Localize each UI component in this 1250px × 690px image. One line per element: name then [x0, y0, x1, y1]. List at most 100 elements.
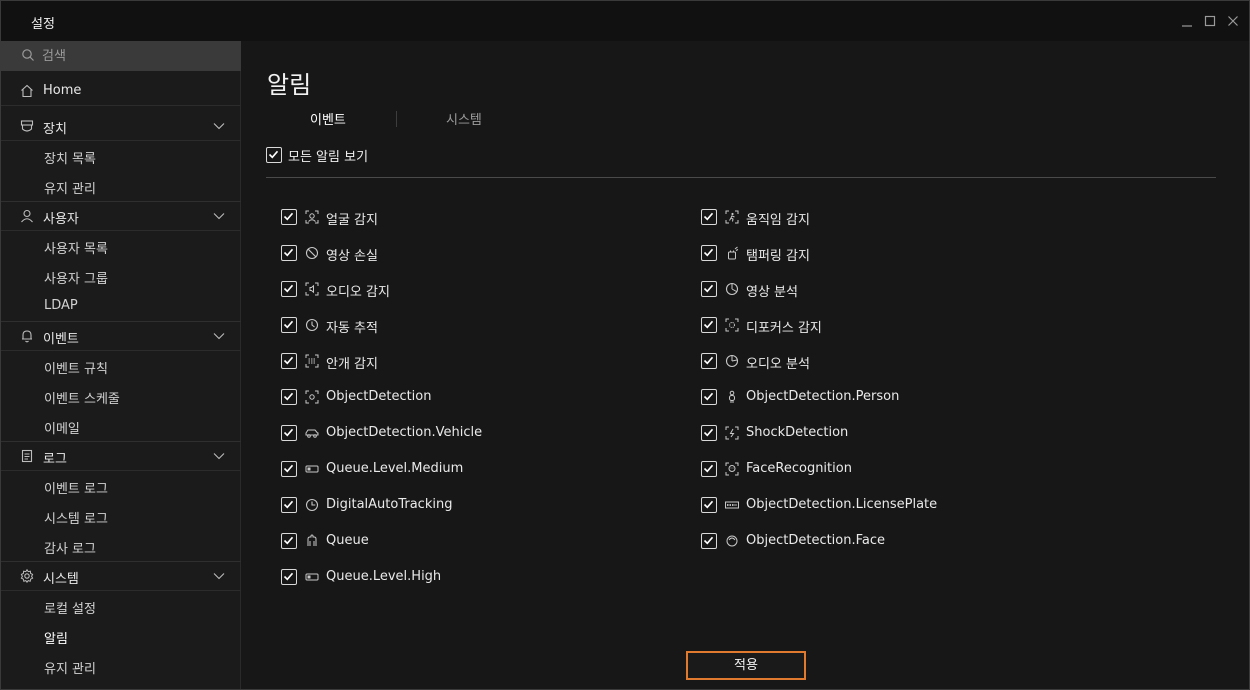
notification-label: ObjectDetection.LicensePlate — [746, 497, 938, 512]
sidebar-item-event-schedule[interactable]: 이벤트 스케줄 — [1, 381, 241, 411]
sidebar-group-events[interactable]: 이벤트 — [1, 321, 241, 351]
notification-label: ObjectDetection — [326, 389, 432, 404]
sidebar-group-label: 이벤트 — [43, 332, 79, 347]
main-content: 알림 이벤트 시스템 모든 알림 보기 얼굴 감지 영상 손실 오디오 감지 자동 추… — [242, 41, 1249, 689]
tampering-icon — [725, 246, 739, 260]
sidebar-group-logs[interactable]: 로그 — [1, 441, 241, 471]
queue-icon — [305, 534, 319, 548]
sidebar-item-system-log[interactable]: 시스템 로그 — [1, 501, 241, 531]
sidebar-item-label: 이메일 — [44, 422, 80, 437]
notification-label: Queue.Level.Medium — [326, 461, 464, 476]
divider — [266, 177, 1216, 178]
gear-icon — [19, 568, 35, 584]
maximize-icon[interactable] — [1200, 11, 1220, 31]
chevron-down-icon[interactable] — [212, 119, 226, 133]
notification-label: ShockDetection — [746, 425, 849, 440]
auto-tracking-icon — [305, 318, 319, 332]
sidebar-item-label: 알림 — [44, 632, 68, 647]
fog-detect-icon — [305, 354, 319, 368]
object-detect-icon — [305, 390, 319, 404]
queue-level-icon — [305, 570, 319, 584]
audio-analytics-icon — [725, 354, 739, 368]
sidebar-item-label: 유지 관리 — [44, 182, 96, 197]
sidebar-item-label: 유지 관리 — [44, 662, 96, 677]
chevron-down-icon[interactable] — [212, 209, 226, 223]
user-icon — [19, 208, 35, 224]
notification-label: 안개 감지 — [326, 357, 378, 372]
sidebar-group-users[interactable]: 사용자 — [1, 201, 241, 231]
notification-label: Queue — [326, 533, 369, 548]
tab-system[interactable]: 시스템 — [446, 109, 482, 128]
notification-checkbox[interactable] — [281, 281, 297, 297]
device-icon — [19, 118, 35, 134]
notification-checkbox[interactable] — [701, 245, 717, 261]
sidebar-item-label: 감사 로그 — [44, 542, 96, 557]
notification-label: FaceRecognition — [746, 461, 852, 476]
notification-checkbox[interactable] — [281, 497, 297, 513]
sidebar-group-devices[interactable]: 장치 — [1, 111, 241, 141]
notification-checkbox[interactable] — [281, 533, 297, 549]
sidebar-group-label: 로그 — [43, 452, 67, 467]
sidebar-item-user-list[interactable]: 사용자 목록 — [1, 231, 241, 261]
settings-window: 설정 Home 장치 — [0, 0, 1250, 690]
sidebar-item-user-groups[interactable]: 사용자 그룹 — [1, 261, 241, 291]
notification-checkbox[interactable] — [281, 245, 297, 261]
notification-checkbox[interactable] — [701, 209, 717, 225]
notification-checkbox[interactable] — [701, 461, 717, 477]
close-icon[interactable] — [1223, 11, 1243, 31]
window-title: 설정 — [31, 17, 55, 32]
queue-level-icon — [305, 462, 319, 476]
search-input[interactable] — [42, 45, 232, 67]
sidebar-item-event-log[interactable]: 이벤트 로그 — [1, 471, 241, 501]
notification-checkbox[interactable] — [281, 569, 297, 585]
notification-label: ObjectDetection.Person — [746, 389, 900, 404]
sidebar-item-audit-log[interactable]: 감사 로그 — [1, 531, 241, 561]
video-analytics-icon — [725, 282, 739, 296]
notification-checkbox[interactable] — [701, 353, 717, 369]
home-icon — [19, 83, 35, 99]
minimize-icon[interactable] — [1177, 11, 1197, 31]
sidebar-item-system-maintenance[interactable]: 유지 관리 — [1, 651, 241, 681]
chevron-down-icon[interactable] — [212, 449, 226, 463]
sidebar-item-local-settings[interactable]: 로컬 설정 — [1, 591, 241, 621]
notification-checkbox[interactable] — [701, 533, 717, 549]
notification-checkbox[interactable] — [281, 389, 297, 405]
notification-checkbox[interactable] — [281, 317, 297, 333]
search-icon — [21, 48, 35, 62]
notification-label: 움직임 감지 — [746, 213, 810, 228]
show-all-checkbox[interactable] — [266, 147, 282, 163]
notification-checkbox[interactable] — [281, 209, 297, 225]
chevron-down-icon[interactable] — [212, 569, 226, 583]
notification-checkbox[interactable] — [281, 353, 297, 369]
sidebar-item-event-rules[interactable]: 이벤트 규칙 — [1, 351, 241, 381]
notification-label: DigitalAutoTracking — [326, 497, 453, 512]
notification-label: 자동 추적 — [326, 321, 378, 336]
notification-label: 얼굴 감지 — [326, 213, 378, 228]
vehicle-icon — [305, 426, 319, 440]
sidebar-item-notifications[interactable]: 알림 — [1, 621, 241, 651]
log-icon — [19, 448, 35, 464]
notification-checkbox[interactable] — [701, 317, 717, 333]
tab-events[interactable]: 이벤트 — [310, 109, 346, 128]
notification-checkbox[interactable] — [701, 425, 717, 441]
notification-label: ObjectDetection.Face — [746, 533, 886, 548]
sidebar-item-email[interactable]: 이메일 — [1, 411, 241, 441]
notification-checkbox[interactable] — [701, 497, 717, 513]
notification-checkbox[interactable] — [701, 389, 717, 405]
apply-button[interactable]: 적용 — [686, 651, 806, 680]
sidebar-item-label: Home — [43, 83, 82, 98]
face-detect-icon — [305, 210, 319, 224]
sidebar-item-ldap[interactable]: LDAP — [1, 291, 241, 321]
sidebar-group-system[interactable]: 시스템 — [1, 561, 241, 591]
notification-checkbox[interactable] — [701, 281, 717, 297]
sidebar-item-label: 로컬 설정 — [44, 602, 96, 617]
sidebar-group-label: 시스템 — [43, 572, 79, 587]
motion-detect-icon — [725, 210, 739, 224]
sidebar-item-home[interactable]: Home — [1, 76, 241, 106]
sidebar-item-device-list[interactable]: 장치 목록 — [1, 141, 241, 171]
notification-checkbox[interactable] — [281, 461, 297, 477]
sidebar-item-device-maintenance[interactable]: 유지 관리 — [1, 171, 241, 201]
notification-checkbox[interactable] — [281, 425, 297, 441]
chevron-down-icon[interactable] — [212, 329, 226, 343]
face-icon — [725, 534, 739, 548]
